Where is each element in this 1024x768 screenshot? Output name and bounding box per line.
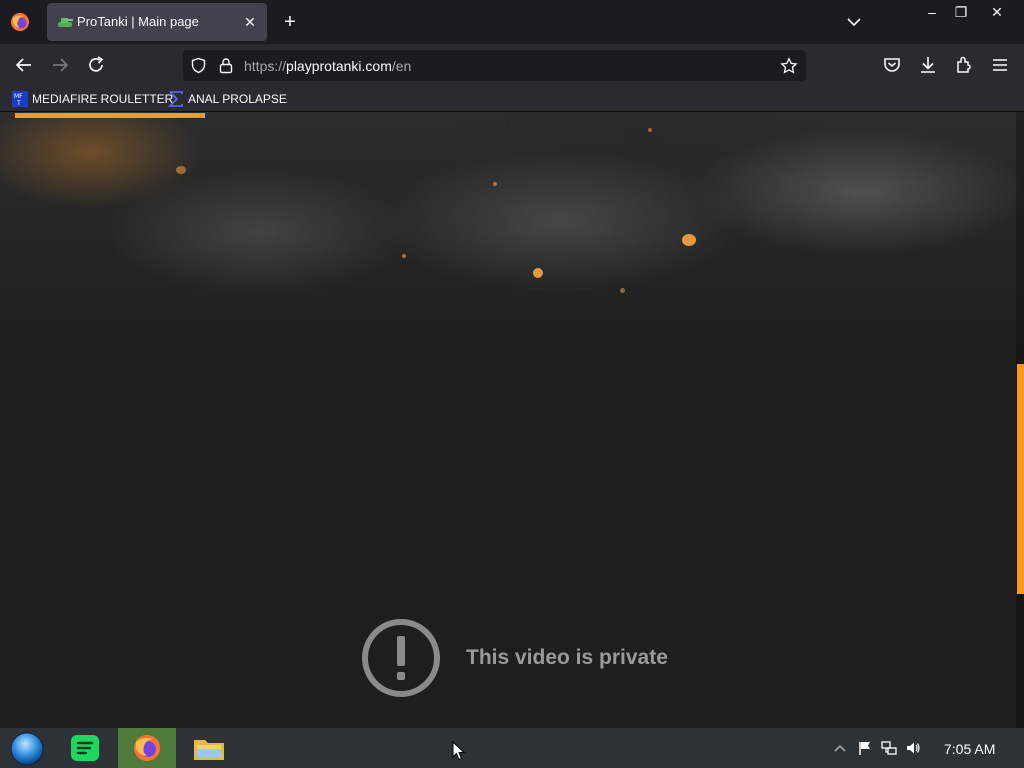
tank-favicon-icon xyxy=(58,18,73,27)
extensions-icon[interactable] xyxy=(953,54,975,76)
taskbar-firefox[interactable] xyxy=(118,728,176,768)
mediafire-icon: MF T xyxy=(12,91,28,107)
tab-close-icon[interactable]: ✕ xyxy=(241,13,259,31)
taskbar: 7:05 AM xyxy=(0,728,1024,768)
video-private-message: This video is private xyxy=(466,646,668,669)
ember-spark xyxy=(176,166,186,174)
new-tab-button[interactable]: + xyxy=(280,12,300,32)
page-content[interactable] xyxy=(0,112,1024,728)
bookmarks-toolbar: MF T MEDIAFIRE ROULETTER ANAL PROLAPSE xyxy=(0,86,1024,112)
ember-spark xyxy=(620,288,625,293)
url-path: /en xyxy=(391,58,412,74)
url-host: playprotanki.com xyxy=(286,58,392,74)
mouse-cursor-icon xyxy=(452,741,466,761)
sigma-icon xyxy=(168,91,183,107)
ember-spark xyxy=(493,182,497,186)
spotify-icon xyxy=(71,735,99,761)
minimize-button[interactable]: – xyxy=(918,2,946,22)
firefox-icon[interactable] xyxy=(10,12,30,32)
downloads-icon[interactable] xyxy=(917,54,939,76)
back-arrow-icon[interactable] xyxy=(13,54,35,76)
bookmark-anal-prolapse[interactable]: ANAL PROLAPSE xyxy=(168,90,287,108)
network-icon[interactable] xyxy=(881,740,897,756)
exclamation-circle-icon xyxy=(362,619,440,697)
window-close-button[interactable]: ✕ xyxy=(983,2,1011,22)
restore-button[interactable]: ❐ xyxy=(947,2,975,22)
tab-strip: ProTanki | Main page ✕ + – ❐ ✕ xyxy=(0,0,1024,44)
bookmark-label: MEDIAFIRE ROULETTER xyxy=(32,92,174,106)
bookmark-label: ANAL PROLAPSE xyxy=(188,92,287,106)
url-text[interactable]: https://playprotanki.com/en xyxy=(244,58,411,74)
taskbar-file-explorer[interactable] xyxy=(180,728,238,768)
tab-title: ProTanki | Main page xyxy=(77,14,199,29)
start-orb[interactable] xyxy=(8,732,46,766)
scrollbar-thumb[interactable] xyxy=(1017,364,1024,594)
ember-spark xyxy=(402,254,406,258)
smoke-background xyxy=(0,112,1024,372)
ember-spark xyxy=(648,128,652,132)
tab-protanki[interactable]: ProTanki | Main page ✕ xyxy=(47,3,267,41)
hamburger-menu-icon[interactable] xyxy=(989,54,1011,76)
taskbar-spotify[interactable] xyxy=(56,728,114,768)
taskbar-clock[interactable]: 7:05 AM xyxy=(944,741,995,757)
page-load-progress-bar xyxy=(15,113,205,118)
url-bar[interactable]: https://playprotanki.com/en xyxy=(183,50,806,81)
url-scheme: https:// xyxy=(244,58,287,74)
show-hidden-icons[interactable] xyxy=(832,740,848,756)
flag-icon[interactable] xyxy=(857,740,873,756)
bookmark-star-icon[interactable] xyxy=(780,57,798,75)
pocket-icon[interactable] xyxy=(881,54,903,76)
lock-icon[interactable] xyxy=(218,57,234,74)
chevron-down-icon[interactable] xyxy=(846,14,862,30)
ember-spark xyxy=(682,234,696,246)
tracking-shield-icon[interactable] xyxy=(190,57,207,74)
svg-text:MF: MF xyxy=(14,93,23,100)
file-explorer-icon xyxy=(194,740,224,760)
bookmark-mediafire-rouletter[interactable]: MF T MEDIAFIRE ROULETTER xyxy=(12,90,173,108)
reload-icon[interactable] xyxy=(85,54,107,76)
forward-arrow-icon[interactable] xyxy=(49,54,71,76)
ember-spark xyxy=(533,268,543,278)
firefox-icon xyxy=(134,735,160,761)
volume-icon[interactable] xyxy=(905,740,921,756)
navigation-toolbar: https://playprotanki.com/en xyxy=(0,44,1024,86)
svg-text:T: T xyxy=(16,100,21,107)
